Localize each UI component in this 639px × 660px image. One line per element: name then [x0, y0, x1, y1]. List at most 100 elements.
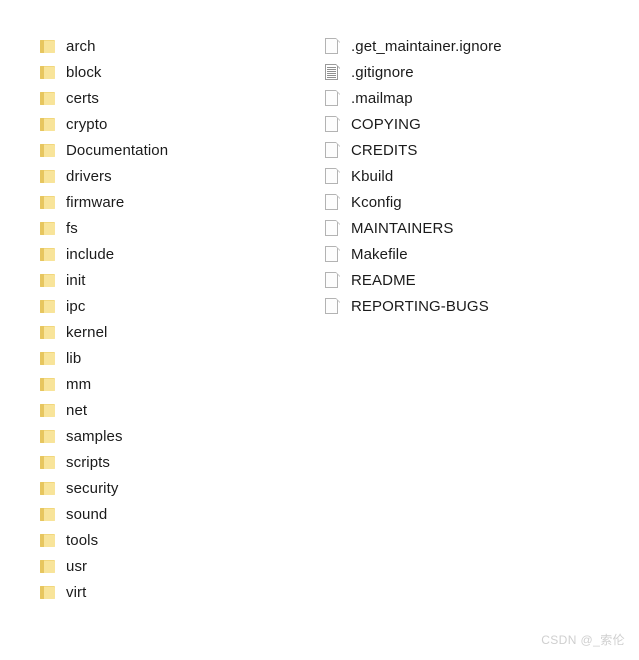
folder-item[interactable]: init [40, 267, 168, 293]
file-item[interactable]: .gitignore [325, 59, 502, 85]
folder-icon [40, 429, 56, 444]
entry-label: arch [66, 37, 96, 55]
folder-item[interactable]: usr [40, 553, 168, 579]
entry-label: usr [66, 557, 88, 575]
folder-item[interactable]: drivers [40, 163, 168, 189]
folder-item[interactable]: lib [40, 345, 168, 371]
entry-label: CREDITS [351, 141, 418, 159]
folder-item[interactable]: Documentation [40, 137, 168, 163]
file-item[interactable]: .mailmap [325, 85, 502, 111]
folder-icon [40, 143, 56, 158]
entry-label: .gitignore [351, 63, 414, 81]
entry-label: security [66, 479, 119, 497]
entry-label: ipc [66, 297, 86, 315]
file-listing: arch block certs crypto Documentation drivers… [0, 0, 639, 660]
text-doc-icon [325, 63, 341, 81]
folder-item[interactable]: scripts [40, 449, 168, 475]
entry-label: REPORTING-BUGS [351, 297, 489, 315]
folder-item[interactable]: kernel [40, 319, 168, 345]
file-item[interactable]: Kconfig [325, 189, 502, 215]
file-item[interactable]: Kbuild [325, 163, 502, 189]
entry-label: Documentation [66, 141, 169, 159]
folder-icon [40, 299, 56, 314]
entry-label: virt [66, 583, 87, 601]
folder-item[interactable]: firmware [40, 189, 168, 215]
entry-label: Makefile [351, 245, 408, 263]
entry-label: fs [66, 219, 78, 237]
entry-label: Kbuild [351, 167, 394, 185]
page-icon [325, 89, 341, 107]
folder-item[interactable]: mm [40, 371, 168, 397]
folder-item[interactable]: sound [40, 501, 168, 527]
entry-label: tools [66, 531, 99, 549]
folder-icon [40, 533, 56, 548]
folder-item[interactable]: ipc [40, 293, 168, 319]
folder-item[interactable]: include [40, 241, 168, 267]
file-item[interactable]: README [325, 267, 502, 293]
folder-icon [40, 403, 56, 418]
entry-label: mm [66, 375, 92, 393]
folder-item[interactable]: tools [40, 527, 168, 553]
entry-label: .mailmap [351, 89, 413, 107]
page-icon [325, 167, 341, 185]
entry-label: drivers [66, 167, 112, 185]
entry-label: MAINTAINERS [351, 219, 454, 237]
page-icon [325, 271, 341, 289]
folder-icon [40, 221, 56, 236]
folder-icon [40, 351, 56, 366]
entry-label: lib [66, 349, 82, 367]
folder-item[interactable]: samples [40, 423, 168, 449]
folder-icon [40, 195, 56, 210]
files-column: .get_maintainer.ignore .gitignore .mailmap… [325, 33, 502, 319]
folder-item[interactable]: security [40, 475, 168, 501]
watermark: CSDN @_索伦 [541, 633, 625, 647]
entry-label: scripts [66, 453, 111, 471]
folder-item[interactable]: arch [40, 33, 168, 59]
folder-icon [40, 325, 56, 340]
entry-label: net [66, 401, 88, 419]
file-item[interactable]: .get_maintainer.ignore [325, 33, 502, 59]
folder-icon [40, 377, 56, 392]
entry-label: .get_maintainer.ignore [351, 37, 502, 55]
folder-icon [40, 559, 56, 574]
folder-icon [40, 91, 56, 106]
file-item[interactable]: REPORTING-BUGS [325, 293, 502, 319]
page-icon [325, 245, 341, 263]
entry-label: crypto [66, 115, 108, 133]
folder-item[interactable]: block [40, 59, 168, 85]
folder-icon [40, 117, 56, 132]
page-icon [325, 193, 341, 211]
file-item[interactable]: CREDITS [325, 137, 502, 163]
folder-icon [40, 455, 56, 470]
entry-label: firmware [66, 193, 125, 211]
folder-icon [40, 481, 56, 496]
folder-icon [40, 273, 56, 288]
entry-label: Kconfig [351, 193, 402, 211]
entry-label: certs [66, 89, 100, 107]
page-icon [325, 115, 341, 133]
entry-label: COPYING [351, 115, 421, 133]
page-icon [325, 141, 341, 159]
folder-icon [40, 169, 56, 184]
page-icon [325, 37, 341, 55]
folder-item[interactable]: virt [40, 579, 168, 605]
entry-label: sound [66, 505, 108, 523]
folder-icon [40, 65, 56, 80]
folder-icon [40, 39, 56, 54]
file-item[interactable]: Makefile [325, 241, 502, 267]
entry-label: README [351, 271, 416, 289]
entry-label: block [66, 63, 102, 81]
folder-icon [40, 585, 56, 600]
folder-item[interactable]: certs [40, 85, 168, 111]
entry-label: include [66, 245, 115, 263]
page-icon [325, 219, 341, 237]
folder-item[interactable]: crypto [40, 111, 168, 137]
page-icon [325, 297, 341, 315]
entry-label: samples [66, 427, 123, 445]
file-item[interactable]: COPYING [325, 111, 502, 137]
folders-column: arch block certs crypto Documentation drivers… [40, 33, 168, 605]
folder-item[interactable]: fs [40, 215, 168, 241]
folder-item[interactable]: net [40, 397, 168, 423]
folder-icon [40, 507, 56, 522]
file-item[interactable]: MAINTAINERS [325, 215, 502, 241]
